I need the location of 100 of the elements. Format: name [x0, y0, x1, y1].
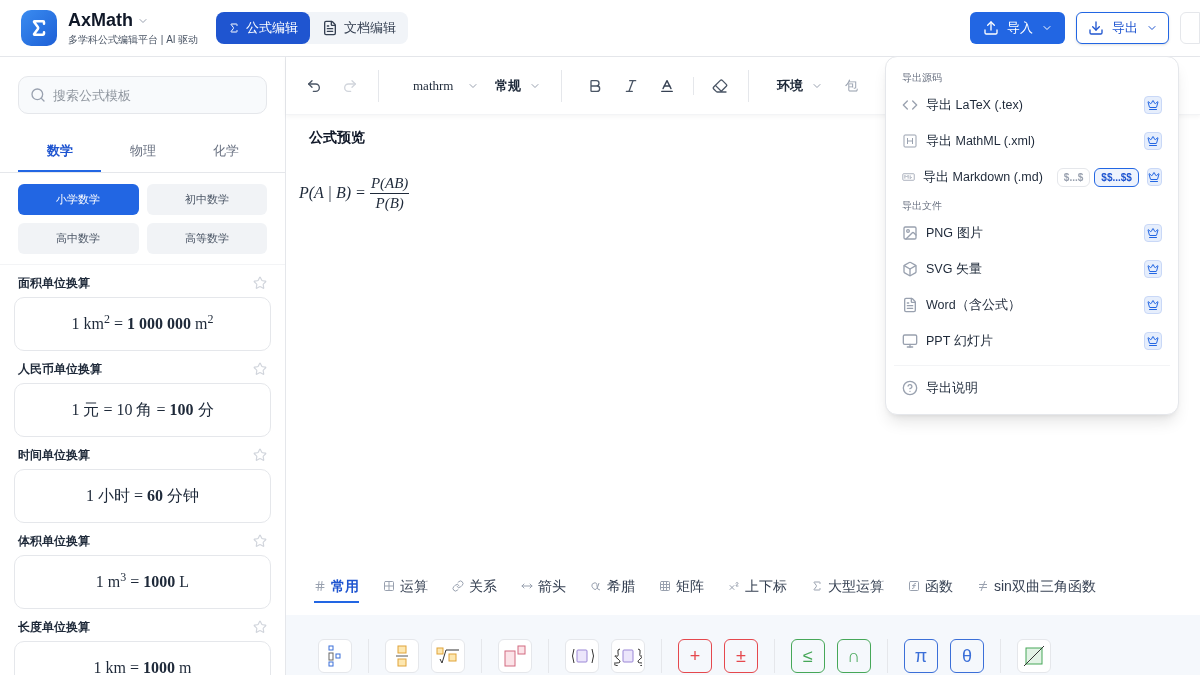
grade-button[interactable]: 初中数学 — [146, 184, 267, 215]
image-icon — [902, 225, 918, 241]
monitor-icon — [902, 333, 918, 349]
category-icon — [314, 580, 326, 592]
app-name: AxMath — [68, 9, 133, 32]
strike-button[interactable] — [1017, 639, 1051, 673]
category-icon — [383, 580, 395, 592]
style-select[interactable]: 常规 — [495, 75, 542, 96]
upload-icon — [982, 20, 999, 36]
star-icon[interactable] — [253, 620, 267, 634]
grade-button[interactable]: 高等数学 — [146, 223, 267, 254]
menu-item[interactable]: 导出说明 — [894, 372, 1170, 404]
category-icon — [811, 580, 823, 592]
stack-template-button[interactable] — [318, 639, 352, 673]
menu-item[interactable]: PPT 幻灯片 — [894, 323, 1170, 359]
menu-item-label: 导出 Markdown (.md) — [923, 168, 1043, 186]
symbol-button[interactable]: + — [678, 639, 712, 673]
symbol-button[interactable]: π — [904, 639, 938, 673]
template-title: 长度单位换算 — [18, 619, 90, 636]
star-icon[interactable] — [253, 534, 267, 548]
category-icon — [908, 580, 920, 592]
import-button[interactable]: 导入 — [970, 12, 1065, 44]
menu-item[interactable]: SVG 矢量 — [894, 251, 1170, 287]
superscript-button[interactable] — [498, 639, 532, 673]
symbol-button[interactable]: ± — [724, 639, 758, 673]
braces-button[interactable] — [611, 639, 645, 673]
menu-item-label: 导出说明 — [926, 379, 978, 397]
formula-text: 1 km$^{2}$ = 1 000 000 m$^{2}$ — [71, 312, 214, 334]
star-icon[interactable] — [253, 362, 267, 376]
category-tab[interactable]: 大型运算 — [811, 571, 884, 603]
cube-icon — [902, 261, 918, 277]
template-card[interactable]: 1 km = 1000 m — [14, 641, 271, 675]
parentheses-button[interactable] — [565, 639, 599, 673]
template-title: 时间单位换算 — [18, 447, 90, 464]
formula-text: 1 km = 1000 m — [93, 658, 192, 675]
category-tab[interactable]: 箭头 — [521, 571, 566, 603]
category-tab[interactable]: 常用 — [314, 571, 359, 603]
template-card[interactable]: 1 元 = 10 角 = 100 分 — [14, 383, 271, 437]
braces-icon — [614, 646, 642, 666]
font-select[interactable]: mathrm — [413, 75, 480, 96]
delimiter-option[interactable]: $$...$$ — [1094, 167, 1139, 187]
cancel-box-icon — [1023, 645, 1045, 667]
category-icon — [452, 580, 464, 592]
menu-item[interactable]: 导出 MathML (.xml) — [894, 123, 1170, 159]
menu-item[interactable]: 导出 Markdown (.md) $...$ $$...$$ — [894, 159, 1170, 195]
menu-item[interactable]: 导出 LaTeX (.tex) — [894, 87, 1170, 123]
symbol-button[interactable]: θ — [950, 639, 984, 673]
formula-text: 1 m$^{3}$ = 1000 L — [95, 570, 190, 592]
root-icon — [436, 647, 460, 665]
alpha-icon — [590, 580, 602, 592]
environment-select[interactable]: 环境 — [777, 75, 824, 96]
download-icon — [1087, 20, 1104, 36]
eraser-icon[interactable] — [712, 77, 729, 94]
fraction-icon — [395, 645, 409, 667]
category-icon — [659, 580, 671, 592]
category-tab[interactable]: 函数 — [908, 571, 953, 603]
template-title: 面积单位换算 — [18, 275, 90, 292]
category-tab[interactable]: 上下标 — [728, 571, 787, 603]
document-icon — [322, 20, 339, 36]
document-icon — [902, 297, 918, 313]
file-tag-icon — [902, 133, 918, 149]
text-color-icon[interactable] — [659, 77, 676, 94]
menu-item-label: 导出 MathML (.xml) — [926, 132, 1035, 150]
not-equal-icon — [977, 580, 989, 592]
fraction-button[interactable] — [385, 639, 419, 673]
template-title: 人民币单位换算 — [18, 361, 102, 378]
menu-item[interactable]: Word（含公式） — [894, 287, 1170, 323]
formula-text: 1 小时 = 60 分钟 — [86, 486, 199, 506]
search-field[interactable]: 搜索公式模板 — [18, 76, 267, 114]
subject-tab[interactable]: 化学 — [184, 132, 267, 172]
category-tab[interactable]: 运算 — [383, 571, 428, 603]
template-card[interactable]: 1 小时 = 60 分钟 — [14, 469, 271, 523]
help-icon — [902, 380, 918, 396]
template-title: 体积单位换算 — [18, 533, 90, 550]
category-tab[interactable]: sin双曲三角函数 — [977, 571, 1096, 603]
star-icon[interactable] — [253, 448, 267, 462]
search-icon — [30, 87, 46, 103]
subject-tab[interactable]: 数学 — [18, 132, 101, 172]
sigma-icon — [228, 22, 241, 34]
undo-icon[interactable] — [306, 77, 322, 94]
category-icon — [728, 580, 740, 592]
category-tab[interactable]: 希腊 — [590, 571, 635, 603]
subject-tab[interactable]: 物理 — [101, 132, 184, 172]
menu-item-label: PPT 幻灯片 — [926, 332, 993, 350]
template-card[interactable]: 1 m$^{3}$ = 1000 L — [14, 555, 271, 609]
partial-button[interactable] — [1180, 12, 1200, 44]
mode-tab[interactable]: 公式编辑 — [216, 12, 311, 44]
menu-item[interactable]: PNG 图片 — [894, 215, 1170, 251]
menu-item-label: SVG 矢量 — [926, 260, 982, 278]
menu-section-title: 导出源码 — [901, 70, 943, 85]
category-tab[interactable]: 矩阵 — [659, 571, 704, 603]
grade-button[interactable]: 高中数学 — [18, 223, 139, 254]
star-icon[interactable] — [253, 276, 267, 290]
menu-item-label: Word（含公式） — [926, 296, 1021, 314]
grade-button[interactable]: 小学数学 — [18, 184, 139, 215]
root-button[interactable] — [431, 639, 465, 673]
mode-tab[interactable]: 文档编辑 — [310, 12, 409, 44]
template-card[interactable]: 1 km$^{2}$ = 1 000 000 m$^{2}$ — [14, 297, 271, 351]
category-tab[interactable]: 关系 — [452, 571, 497, 603]
export-button[interactable]: 导出 — [1076, 12, 1169, 44]
